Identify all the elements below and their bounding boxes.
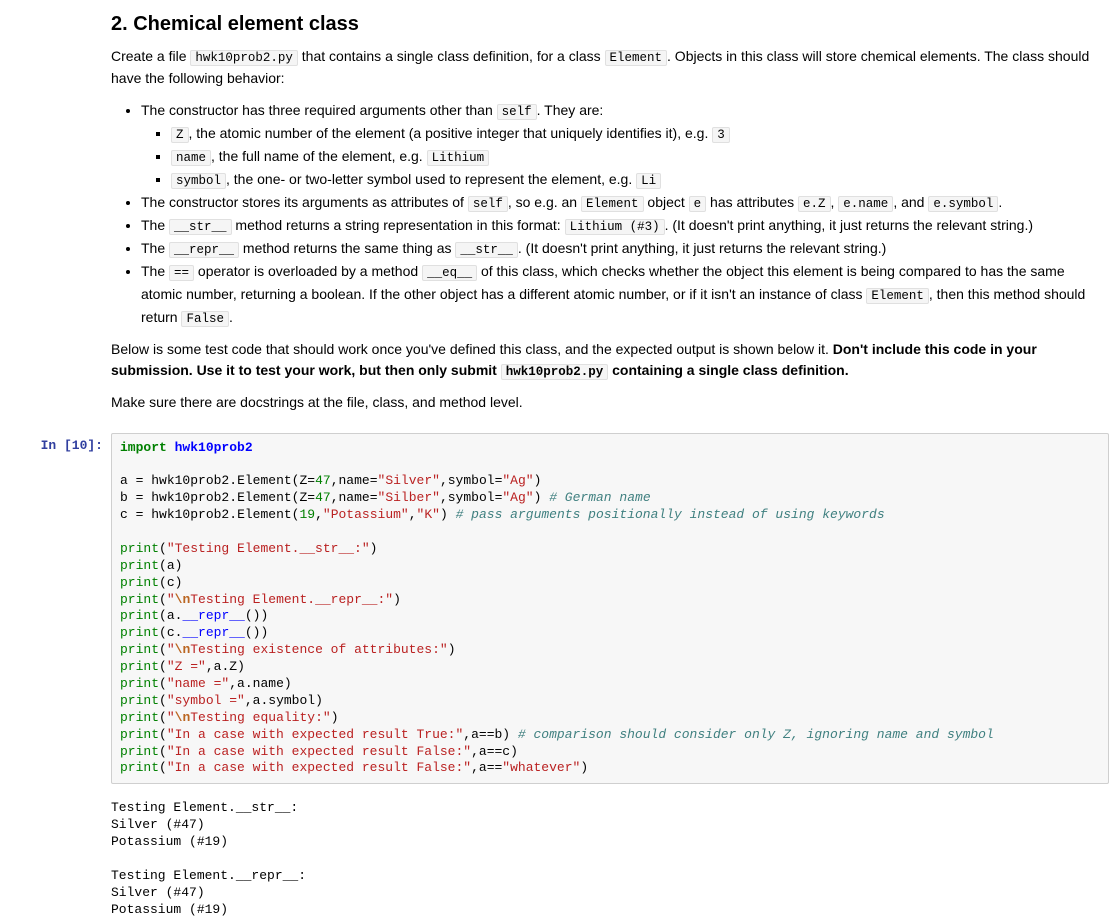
list-item: name, the full name of the element, e.g.… [171, 145, 1109, 168]
markdown-body: 2. Chemical element class Create a file … [111, 13, 1109, 423]
list-item: symbol, the one- or two-letter symbol us… [171, 168, 1109, 191]
code-classname: Element [605, 50, 668, 66]
output-cell: Testing Element.__str__: Silver (#47) Po… [8, 789, 1109, 916]
list-item: The == operator is overloaded by a metho… [141, 260, 1109, 329]
intro-paragraph: Create a file hwk10prob2.py that contain… [111, 46, 1109, 89]
markdown-prompt [8, 13, 111, 423]
markdown-cell: 2. Chemical element class Create a file … [8, 8, 1109, 428]
docstring-note: Make sure there are docstrings at the fi… [111, 392, 1109, 413]
list-item: The constructor has three required argum… [141, 99, 1109, 191]
list-item: The constructor stores its arguments as … [141, 191, 1109, 214]
code-cell: In [10]: import hwk10prob2 a = hwk10prob… [8, 428, 1109, 790]
output-prompt [8, 794, 111, 916]
list-item: The __str__ method returns a string repr… [141, 214, 1109, 237]
list-item: Z, the atomic number of the element (a p… [171, 122, 1109, 145]
section-heading: 2. Chemical element class [111, 13, 1109, 36]
note-paragraph: Below is some test code that should work… [111, 339, 1109, 382]
requirements-list: The constructor has three required argum… [111, 99, 1109, 329]
stdout-output: Testing Element.__str__: Silver (#47) Po… [111, 794, 1109, 916]
code-filename: hwk10prob2.py [190, 50, 298, 66]
list-item: The __repr__ method returns the same thi… [141, 237, 1109, 260]
code-input-area[interactable]: import hwk10prob2 a = hwk10prob2.Element… [111, 433, 1109, 785]
input-prompt: In [10]: [8, 433, 111, 785]
